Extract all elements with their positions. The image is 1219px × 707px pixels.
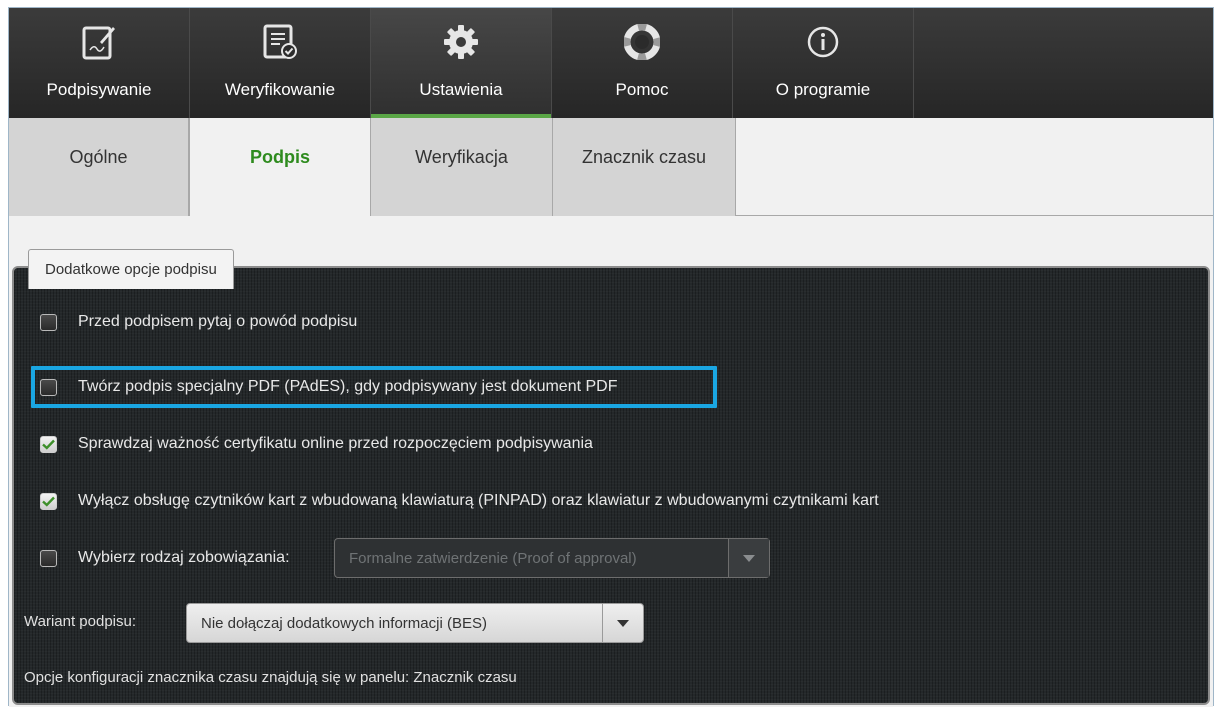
tab-label: Ogólne — [69, 146, 128, 167]
settings-content: Dodatkowe opcje podpisu Przed podpisem p… — [9, 216, 1213, 707]
toolbar-label: Podpisywanie — [46, 80, 152, 99]
gear-icon — [441, 22, 481, 62]
toolbar-label: Ustawienia — [419, 80, 503, 99]
timestamp-info-note: Opcje konfiguracji znacznika czasu znajd… — [24, 669, 517, 686]
tab-label: Podpis — [249, 147, 310, 167]
variant-label: Wariant podpisu: — [24, 613, 137, 630]
tab-general[interactable]: Ogólne — [9, 118, 189, 216]
main-toolbar: Podpisywanie Weryfikowanie Ustawienia Po… — [9, 8, 1213, 118]
tab-label: Znacznik czasu — [581, 146, 707, 167]
info-icon — [803, 22, 843, 62]
option-pades[interactable]: Twórz podpis specjalny PDF (PAdES), gdy … — [40, 373, 618, 401]
option-disable-pinpad[interactable]: Wyłącz obsługę czytników kart z wbudowan… — [40, 487, 879, 515]
checkbox-checked[interactable] — [40, 435, 57, 453]
toolbar-button-verifying[interactable]: Weryfikowanie — [190, 8, 371, 118]
checkbox[interactable] — [40, 549, 57, 567]
option-label: Wyłącz obsługę czytników kart z wbudowan… — [78, 492, 879, 509]
app-window: Podpisywanie Weryfikowanie Ustawienia Po… — [8, 7, 1214, 707]
toolbar-button-about[interactable]: O programie — [733, 8, 914, 118]
toolbar-button-help[interactable]: Pomoc — [552, 8, 733, 118]
checkbox-checked[interactable] — [40, 492, 57, 510]
select-value: Nie dołączaj dodatkowych informacji (BES… — [187, 604, 603, 642]
chevron-down-icon — [729, 539, 769, 577]
chevron-down-icon — [603, 604, 643, 642]
verify-document-icon — [260, 22, 300, 62]
signature-variant-select[interactable]: Nie dołączaj dodatkowych informacji (BES… — [186, 603, 644, 643]
signature-options-panel: Przed podpisem pytaj o powód podpisu Twó… — [12, 266, 1210, 705]
option-ask-reason[interactable]: Przed podpisem pytaj o powód podpisu — [40, 308, 357, 336]
select-value: Formalne zatwierdzenie (Proof of approva… — [335, 539, 729, 577]
toolbar-button-settings[interactable]: Ustawienia — [371, 8, 552, 118]
group-title: Dodatkowe opcje podpisu — [28, 249, 234, 289]
toolbar-button-signing[interactable]: Podpisywanie — [9, 8, 190, 118]
option-label: Wybierz rodzaj zobowiązania: — [78, 549, 290, 566]
tab-verification[interactable]: Weryfikacja — [371, 118, 553, 216]
sign-document-icon — [79, 22, 119, 62]
toolbar-label: O programie — [775, 80, 871, 99]
lifebuoy-icon — [622, 22, 662, 62]
toolbar-label: Weryfikowanie — [224, 80, 336, 99]
settings-subtabs: Ogólne Podpis Weryfikacja Znacznik czasu — [9, 118, 1213, 217]
commitment-type-select[interactable]: Formalne zatwierdzenie (Proof of approva… — [334, 538, 770, 578]
option-label: Twórz podpis specjalny PDF (PAdES), gdy … — [78, 378, 618, 395]
option-commitment-type[interactable]: Wybierz rodzaj zobowiązania: — [40, 544, 290, 572]
tab-signature[interactable]: Podpis — [189, 118, 371, 217]
checkbox[interactable] — [40, 313, 57, 331]
option-check-certificate-online[interactable]: Sprawdzaj ważność certyfikatu online prz… — [40, 430, 593, 458]
option-label: Sprawdzaj ważność certyfikatu online prz… — [78, 435, 593, 452]
option-label: Przed podpisem pytaj o powód podpisu — [78, 313, 358, 330]
checkmark-icon — [42, 439, 55, 450]
toolbar-label: Pomoc — [615, 80, 669, 99]
checkbox[interactable] — [40, 378, 57, 396]
checkmark-icon — [42, 496, 55, 507]
tab-timestamp[interactable]: Znacznik czasu — [553, 118, 736, 216]
tab-label: Weryfikacja — [415, 146, 508, 167]
